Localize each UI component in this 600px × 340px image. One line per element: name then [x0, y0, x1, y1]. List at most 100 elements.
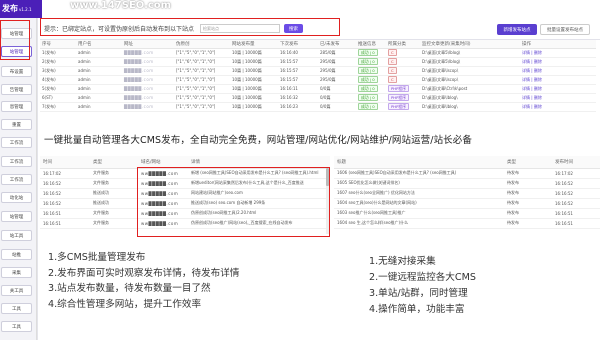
log-cell: 文件服务: [90, 218, 138, 229]
log-cell: 推送成功: [90, 188, 138, 199]
table-cell: 10篇 | 10000篇: [230, 102, 278, 112]
log-cell: 待发布: [504, 168, 552, 179]
table-cell: 成功 | 0: [356, 102, 386, 112]
log-cell: 1603 seo推广什么(seo网推工具)推广: [334, 208, 504, 219]
table-cell: 1(发布): [40, 48, 76, 58]
feature-item: 3.站点发布数量，待发布数量一目了然: [48, 283, 211, 294]
table-cell[interactable]: 详情 | 删除: [520, 66, 596, 76]
table-cell: ["1","5","0","1","0"]: [174, 48, 230, 58]
table-cell: 16:16:23: [278, 102, 318, 112]
category-badge: C: [388, 49, 397, 56]
table-cell: █████.com: [122, 102, 174, 112]
row-actions[interactable]: 详情 | 删除: [522, 104, 542, 109]
table-cell: ["1","5","0","1","0"]: [174, 66, 230, 76]
table-cell: █████.com: [122, 93, 174, 103]
app-brand: 发布v1.2.1: [0, 0, 42, 18]
table-cell: 295/0篇: [318, 75, 356, 85]
table-cell[interactable]: 详情 | 删除: [520, 75, 596, 85]
highlight-box-log: [137, 167, 330, 237]
table-cell: PHP程序: [386, 102, 420, 112]
table-cell: █████.com: [122, 75, 174, 85]
app-title: 发布: [2, 4, 18, 13]
add-site-button[interactable]: 新增发布站点: [497, 24, 537, 35]
push-status-badge: 成功 | 0: [358, 76, 378, 83]
sidebar-item[interactable]: 关工具: [1, 285, 32, 296]
table-cell: D:\桌面\文章\Ctrl\k\post: [420, 84, 520, 94]
sidebar-item[interactable]: 站工具: [1, 230, 32, 241]
sidebar-item[interactable]: 布设置: [1, 66, 32, 77]
log-row: 1606 (seo网推工具)SEO自动采用发布是什么工具? (seo网推工具) 待…: [334, 168, 600, 179]
table-row[interactable]: 6(ST) admin █████.com ["1","5","0","1","0"]…: [40, 93, 596, 103]
site-url[interactable]: █████.com: [124, 68, 154, 73]
table-cell[interactable]: 详情 | 删除: [520, 48, 596, 58]
sidebar-item[interactable]: 采集: [1, 267, 32, 278]
table-cell: PHP程序: [386, 93, 420, 103]
column-header: 所属分类: [386, 40, 420, 49]
push-status-badge: 成功 | 0: [358, 94, 378, 101]
column-header: 操作: [520, 40, 596, 49]
site-table-header: 序号 用户名 网址 伪原创 网站发布量 下次发布 已/未发布 推送信息 所属分类 监控文章更新(采…: [40, 40, 596, 49]
table-cell[interactable]: 详情 | 删除: [520, 93, 596, 103]
row-actions[interactable]: 详情 | 删除: [522, 59, 542, 64]
table-cell: 16:15:57: [278, 66, 318, 76]
table-cell: admin: [76, 75, 122, 85]
site-url[interactable]: █████.com: [124, 59, 154, 64]
sidebar-divider: [37, 0, 38, 340]
feature-list-right: 1.无缝对接采集 2.一键远程监控各大CMS 3.单站/站群，同时管理 4.操作简单，…: [369, 254, 476, 318]
site-url[interactable]: █████.com: [124, 77, 154, 82]
table-row[interactable]: 3(发布) admin █████.com ["1","5","0","1","0"]…: [40, 66, 596, 76]
row-actions[interactable]: 详情 | 删除: [522, 68, 542, 73]
sidebar-item[interactable]: 告管理: [1, 84, 32, 95]
row-actions[interactable]: 详情 | 删除: [522, 50, 542, 55]
push-status-badge: 成功 | 0: [358, 85, 378, 92]
sidebar-item[interactable]: 工作流: [1, 156, 32, 167]
table-cell: admin: [76, 102, 122, 112]
sidebar-item[interactable]: 工具: [1, 303, 32, 314]
table-row[interactable]: 2(发布) admin █████.com ["1","6","0","1","0"]…: [40, 57, 596, 67]
table-cell: D:\桌面\文章\lblog\: [420, 102, 520, 112]
table-cell[interactable]: 详情 | 删除: [520, 102, 596, 112]
table-cell: C: [386, 57, 420, 67]
site-url[interactable]: █████.com: [124, 50, 154, 55]
log-cell: 推送成功: [90, 198, 138, 209]
table-row[interactable]: 7(发布) admin █████.com ["1","5","0","1","0"]…: [40, 102, 596, 112]
table-cell[interactable]: 详情 | 删除: [520, 84, 596, 94]
table-cell: █████.com: [122, 57, 174, 67]
site-url[interactable]: █████.com: [124, 86, 154, 91]
category-badge: PHP程序: [388, 94, 410, 101]
column-header: 用户名: [76, 40, 122, 49]
site-url[interactable]: █████.com: [124, 95, 154, 100]
sidebar-item[interactable]: 重置: [1, 119, 32, 130]
log-cell: 1605 SEO优化怎么做(关键词排名): [334, 178, 504, 189]
column-header: 类型: [504, 156, 552, 169]
table-cell: 10篇 | 10000篇: [230, 66, 278, 76]
sidebar-item[interactable]: 工作流: [1, 174, 32, 185]
log-cell: 待发布: [504, 208, 552, 219]
push-status-badge: 成功 | 0: [358, 58, 378, 65]
log-cell: 16:16:52: [40, 178, 90, 189]
table-cell: 2(发布): [40, 57, 76, 67]
sidebar-item[interactable]: 工作流: [1, 137, 32, 148]
log-cell: 文件服务: [90, 208, 138, 219]
batch-settings-button[interactable]: 批量设置发布站点: [540, 24, 590, 35]
table-cell[interactable]: 详情 | 删除: [520, 57, 596, 67]
log-cell: 16:16:52: [40, 188, 90, 199]
log-cell: 待发布: [504, 198, 552, 209]
table-cell: ["1","5","0","1","0"]: [174, 102, 230, 112]
row-actions[interactable]: 详情 | 删除: [522, 95, 542, 100]
sidebar-item[interactable]: 站推: [1, 249, 32, 260]
pending-log-table: 标题 类型 发布时间 1606 (seo网推工具)SEO自动采用发布是什么工具? (…: [334, 156, 600, 229]
row-actions[interactable]: 详情 | 删除: [522, 86, 542, 91]
sidebar-item[interactable]: 息管理: [1, 101, 32, 112]
table-row[interactable]: 4(发布) admin █████.com ["1","5","0","1","0"]…: [40, 75, 596, 85]
table-cell: 成功 | 0: [356, 75, 386, 85]
table-row[interactable]: 5(发布) admin █████.com ["1","5","0","1","0"]…: [40, 84, 596, 94]
log-cell: 16:16:51: [552, 218, 600, 229]
site-url[interactable]: █████.com: [124, 104, 154, 109]
sidebar-item[interactable]: 动化站: [1, 192, 32, 203]
row-actions[interactable]: 详情 | 删除: [522, 77, 542, 82]
sidebar-item[interactable]: 工具: [1, 321, 32, 332]
table-row[interactable]: 1(发布) admin █████.com ["1","5","0","1","0"]…: [40, 48, 596, 58]
log-row: 1607 seo什么(seo全网推广) 优化网站方法 待发布 16:16:52: [334, 188, 600, 199]
sidebar-item[interactable]: 站管理: [1, 211, 32, 222]
